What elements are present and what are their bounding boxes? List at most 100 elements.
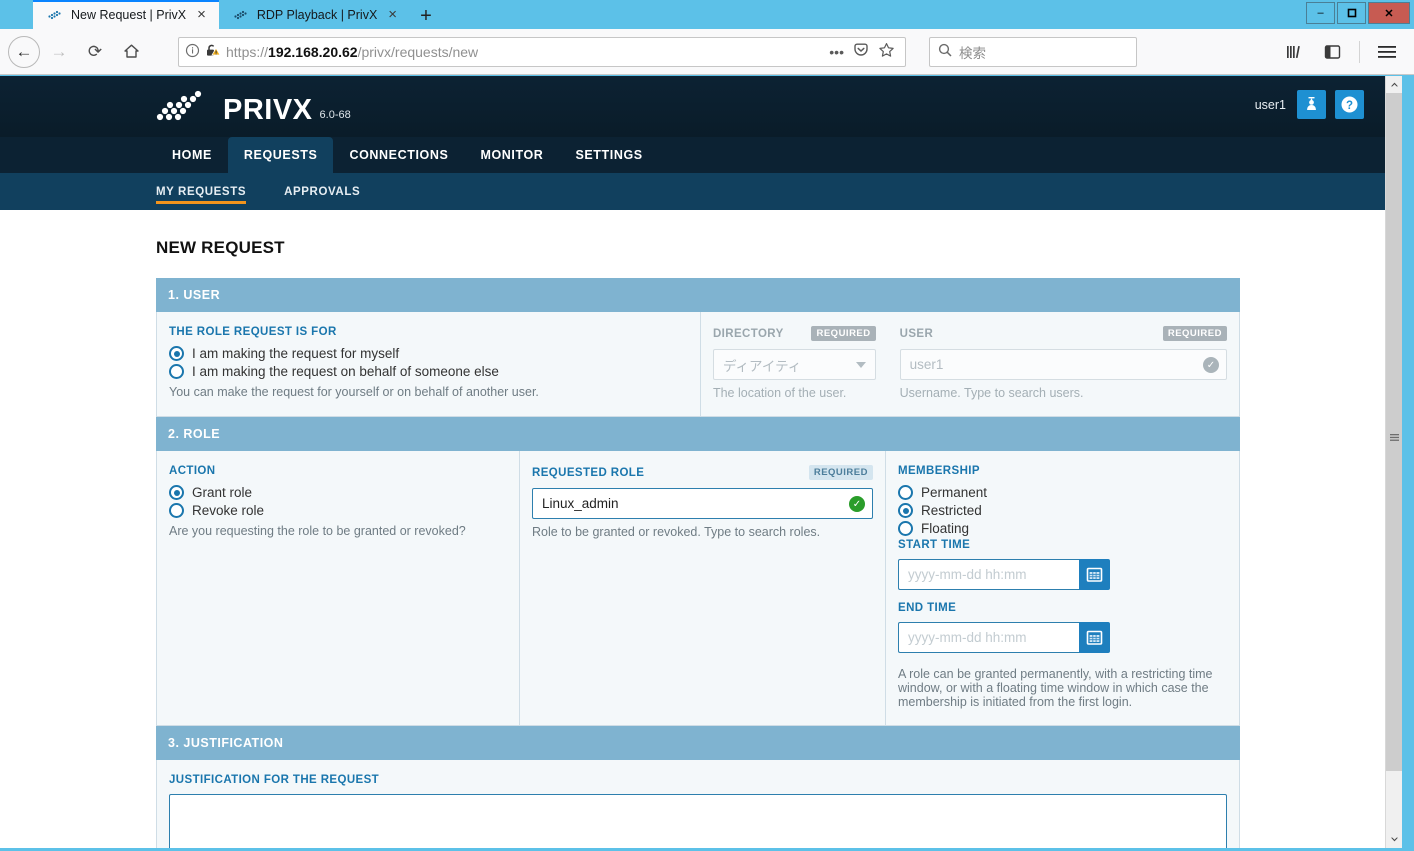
page-content: NEW REQUEST 1. USER THE ROLE REQUEST IS …: [0, 210, 1388, 848]
search-input[interactable]: 検索: [959, 42, 986, 62]
nav-item-settings[interactable]: SETTINGS: [559, 137, 658, 173]
role-request-for-label: THE ROLE REQUEST IS FOR: [169, 326, 337, 338]
radio-label: Permanent: [921, 485, 988, 500]
directory-group: DIRECTORY REQUIRED The location of the u…: [699, 312, 888, 416]
toolbar-divider: [1359, 40, 1360, 63]
search-bar[interactable]: 検索: [929, 36, 1137, 67]
membership-time-group: MEMBERSHIP Permanent Restricted Floating…: [885, 451, 1239, 725]
scroll-up-button[interactable]: [1386, 76, 1403, 93]
sidebar-icon[interactable]: [1315, 35, 1349, 69]
page-title: NEW REQUEST: [156, 238, 285, 257]
radio-indicator: [898, 521, 913, 536]
nav-item-requests[interactable]: REQUESTS: [227, 137, 334, 173]
directory-help: The location of the user.: [712, 386, 847, 400]
section-header-role: 2. ROLE: [156, 417, 1240, 451]
start-time-field[interactable]: [898, 559, 1110, 590]
justification-textarea[interactable]: [169, 794, 1227, 848]
requested-role-label-text: REQUESTED ROLE: [532, 466, 645, 479]
page-scrollbar[interactable]: [1385, 76, 1403, 848]
start-time-input[interactable]: [898, 559, 1079, 590]
end-time-input[interactable]: [898, 622, 1079, 653]
header-user-area: user1 ?: [1255, 90, 1364, 119]
svg-text:?: ?: [1346, 100, 1353, 112]
browser-tab-title: New Request | PrivX: [71, 7, 187, 22]
maximize-button[interactable]: [1337, 2, 1366, 24]
close-window-button[interactable]: ✕: [1368, 2, 1410, 24]
page-actions-icon[interactable]: •••: [829, 44, 844, 60]
radio-revoke-role[interactable]: Revoke role: [169, 503, 507, 518]
calendar-icon[interactable]: [1079, 622, 1110, 653]
pocket-icon[interactable]: [853, 42, 869, 61]
privx-dots-icon: [156, 90, 216, 124]
scrollbar-thumb[interactable]: [1386, 93, 1403, 771]
subnav-item-my-requests[interactable]: MY REQUESTS: [156, 173, 268, 210]
membership-group: MEMBERSHIP Permanent Restricted Floating: [898, 465, 1016, 539]
scroll-down-button[interactable]: [1386, 831, 1403, 848]
radio-request-for-myself[interactable]: I am making the request for myself: [169, 346, 688, 361]
nav-item-connections[interactable]: CONNECTIONS: [333, 137, 464, 173]
radio-membership-permanent[interactable]: Permanent: [898, 485, 1016, 500]
end-time-label: END TIME: [898, 602, 957, 614]
calendar-icon[interactable]: [1079, 559, 1110, 590]
directory-select[interactable]: [712, 349, 876, 380]
browser-titlebar: New Request | PrivX × RDP Playback | Pri…: [0, 0, 1414, 29]
role-request-for-group: THE ROLE REQUEST IS FOR I am making the …: [157, 312, 700, 416]
requested-role-group: REQUESTED ROLE REQUIRED ✓ Role to be gra…: [519, 451, 885, 725]
time-fields-group: START TIME END TIME: [898, 539, 1110, 653]
info-icon[interactable]: [185, 43, 200, 61]
app-header: PRIVX 6.0-68 user1 ?: [0, 76, 1388, 137]
user-input[interactable]: [899, 349, 1227, 380]
help-question-icon[interactable]: ?: [1335, 90, 1364, 119]
radio-membership-restricted[interactable]: Restricted: [898, 503, 1016, 518]
nav-item-home[interactable]: HOME: [156, 137, 228, 173]
browser-toolbar: ← → ⟳ https://192.168.20.62/privx/reques…: [0, 29, 1414, 75]
check-circle-icon: ✓: [1202, 357, 1219, 373]
privx-app: PRIVX 6.0-68 user1 ? HOME REQUESTS CONNE…: [0, 76, 1388, 848]
minimize-button[interactable]: –: [1306, 2, 1335, 24]
page-viewport: PRIVX 6.0-68 user1 ? HOME REQUESTS CONNE…: [0, 76, 1402, 848]
privx-logo[interactable]: PRIVX 6.0-68: [156, 90, 351, 124]
star-icon[interactable]: [878, 42, 895, 61]
radio-label: Floating: [921, 521, 970, 536]
requested-role-help: Role to be granted or revoked. Type to s…: [532, 525, 821, 539]
library-icon[interactable]: [1277, 35, 1311, 69]
close-icon[interactable]: ×: [385, 7, 400, 22]
browser-tab-new-request[interactable]: New Request | PrivX ×: [33, 0, 219, 29]
chevron-down-icon: [855, 362, 866, 368]
address-bar[interactable]: https://192.168.20.62/privx/requests/new…: [178, 36, 906, 67]
browser-tab-rdp-playback[interactable]: RDP Playback | PrivX ×: [218, 0, 411, 29]
back-button[interactable]: ←: [8, 35, 40, 68]
hamburger-menu-icon[interactable]: [1370, 35, 1404, 69]
new-tab-button[interactable]: +: [410, 6, 442, 26]
subnav-item-approvals[interactable]: APPROVALS: [268, 173, 376, 210]
action-label: ACTION: [169, 465, 216, 477]
user-input-field[interactable]: ✓: [899, 349, 1227, 380]
section-body-justification: JUSTIFICATION FOR THE REQUEST Give a det…: [156, 760, 1240, 848]
radio-indicator: [169, 346, 184, 361]
reload-button[interactable]: ⟳: [78, 35, 112, 69]
broken-lock-warning-icon[interactable]: [205, 43, 221, 61]
directory-select-field[interactable]: [712, 349, 876, 380]
radio-request-on-behalf[interactable]: I am making the request on behalf of som…: [169, 364, 688, 379]
nav-item-monitor[interactable]: MONITOR: [464, 137, 559, 173]
home-button[interactable]: [114, 35, 148, 69]
required-badge: REQUIRED: [1162, 326, 1227, 341]
window-controls: – ✕: [1306, 2, 1410, 24]
radio-indicator: [898, 485, 913, 500]
radio-grant-role[interactable]: Grant role: [169, 485, 507, 500]
membership-help: A role can be granted permanently, with …: [898, 667, 1213, 709]
close-icon[interactable]: ×: [194, 7, 209, 22]
forward-button[interactable]: →: [42, 35, 76, 69]
end-time-field[interactable]: [898, 622, 1110, 653]
radio-label: I am making the request on behalf of som…: [192, 364, 499, 379]
directory-label-text: DIRECTORY: [712, 327, 784, 340]
privx-favicon: [233, 7, 249, 23]
requested-role-input[interactable]: [532, 488, 873, 519]
requested-role-field[interactable]: ✓: [532, 488, 873, 519]
user-account-icon[interactable]: [1297, 90, 1326, 119]
section-body-role: ACTION Grant role Revoke role Are you re…: [156, 451, 1240, 726]
radio-membership-floating[interactable]: Floating: [898, 521, 1016, 536]
main-nav: HOME REQUESTS CONNECTIONS MONITOR SETTIN…: [0, 137, 1388, 173]
required-badge: REQUIRED: [808, 465, 873, 480]
privx-favicon: [47, 7, 63, 23]
